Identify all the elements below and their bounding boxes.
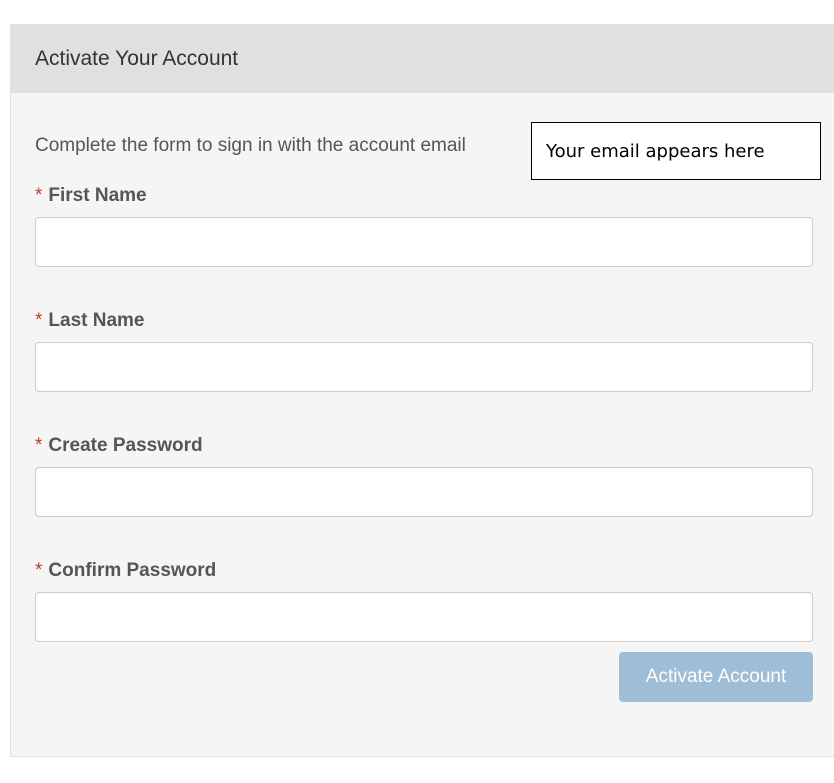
required-asterisk: * (35, 435, 43, 456)
first-name-label-text: First Name (48, 185, 147, 206)
panel-header: Activate Your Account (11, 25, 834, 93)
panel-title: Activate Your Account (35, 47, 239, 70)
required-asterisk: * (35, 560, 43, 581)
last-name-field[interactable] (35, 342, 813, 392)
intro-text: Complete the form to sign in with the ac… (35, 135, 466, 156)
last-name-label-text: Last Name (48, 310, 145, 331)
confirm-password-label-text: Confirm Password (48, 560, 217, 581)
create-password-field[interactable] (35, 467, 813, 517)
required-asterisk: * (35, 185, 43, 206)
activate-account-panel: Activate Your Account Complete the form … (10, 24, 834, 757)
last-name-label: * Last Name (35, 310, 145, 332)
email-callout: Your email appears here (531, 122, 821, 180)
first-name-field[interactable] (35, 217, 813, 267)
activate-account-button[interactable]: Activate Account (619, 652, 813, 702)
first-name-label: * First Name (35, 185, 147, 207)
confirm-password-field[interactable] (35, 592, 813, 642)
confirm-password-label: * Confirm Password (35, 560, 216, 582)
create-password-label-text: Create Password (48, 435, 203, 456)
required-asterisk: * (35, 310, 43, 331)
create-password-label: * Create Password (35, 435, 203, 457)
